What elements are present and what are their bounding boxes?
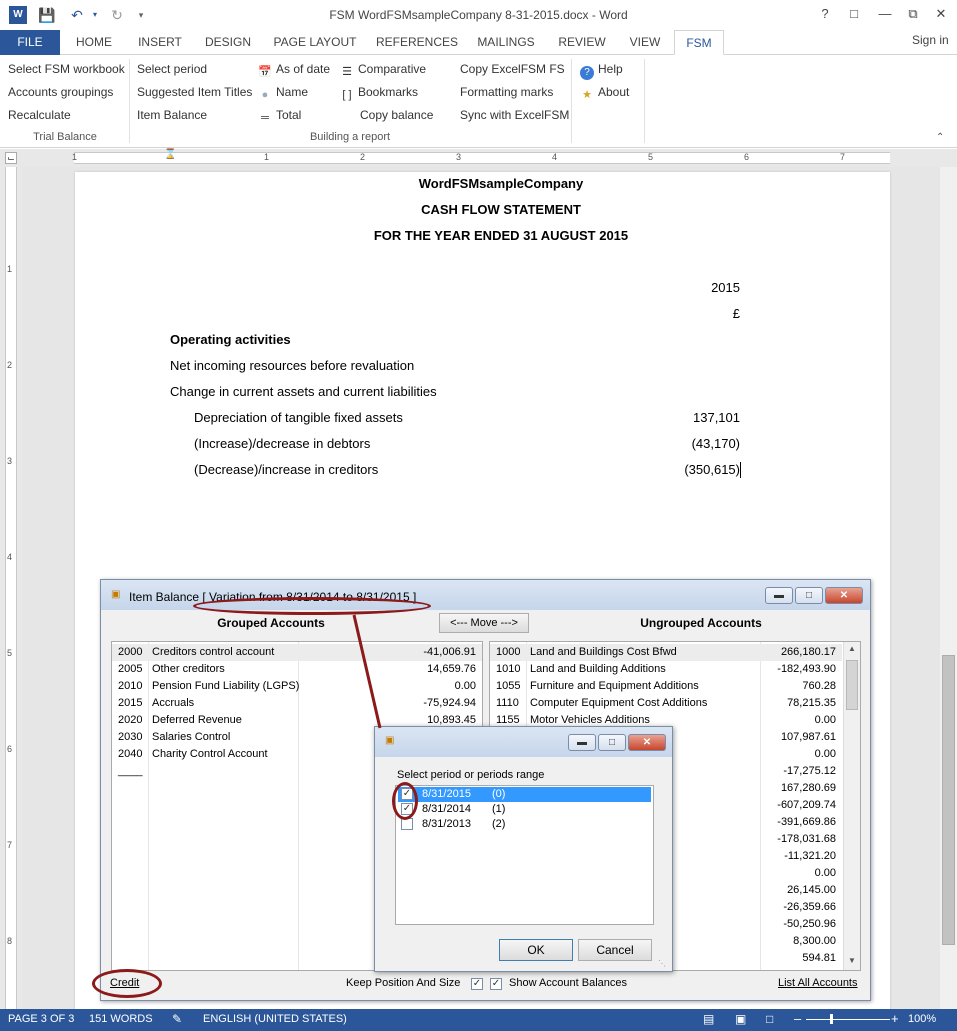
annotation-line [352,614,382,729]
annotation-connector [352,614,382,729]
